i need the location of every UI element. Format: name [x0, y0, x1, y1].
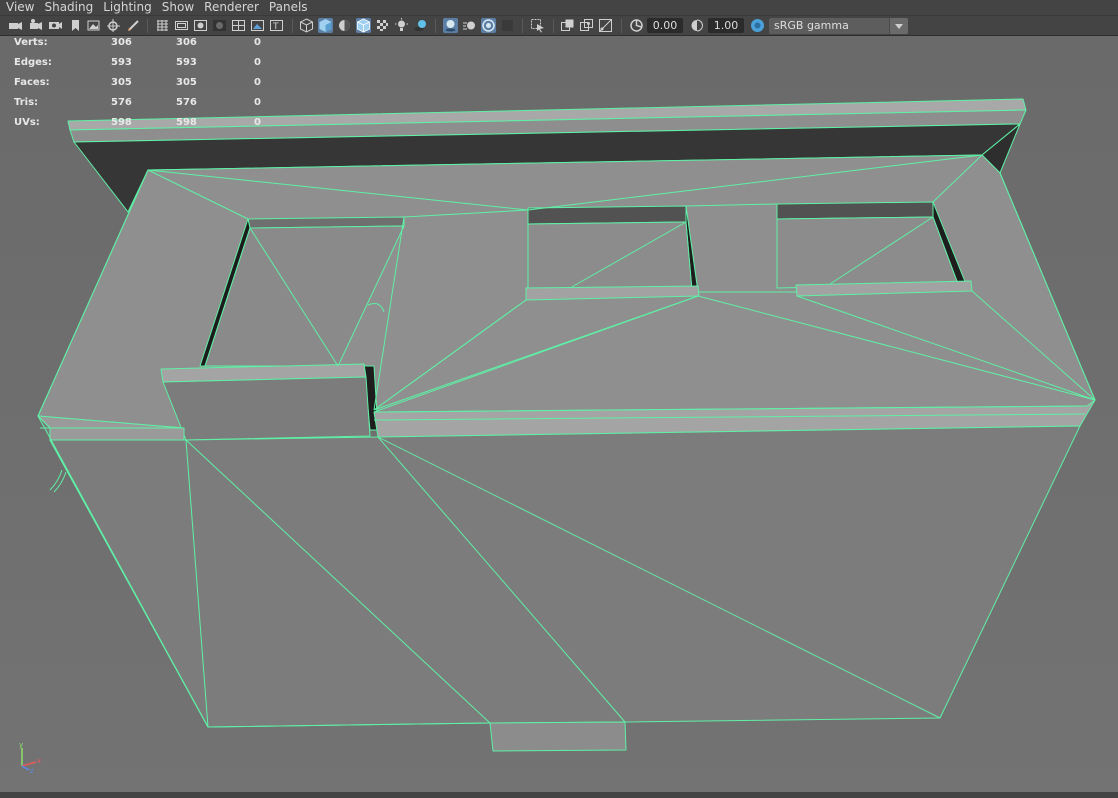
hud-value-selected: 0 [254, 117, 261, 128]
exposure-icon[interactable] [629, 18, 644, 33]
y-axis-label: y [19, 741, 23, 749]
camera-attributes-icon[interactable] [28, 18, 43, 33]
toolbar-separator [553, 19, 554, 33]
middle-slot-back [527, 205, 687, 225]
isolate-select-icon[interactable] [530, 18, 545, 33]
toolbar-separator [621, 19, 622, 33]
toolbar-separator [435, 19, 436, 33]
xray-joints-icon[interactable] [579, 18, 594, 33]
hud-value-selected: 0 [254, 77, 261, 88]
hud-value-total: 593 [176, 57, 197, 68]
hud-label: Edges: [14, 57, 52, 68]
hud-value-object: 305 [111, 77, 132, 88]
color-space-label: sRGB gamma [774, 19, 849, 32]
color-management-icon[interactable] [750, 18, 765, 33]
menu-show[interactable]: Show [156, 0, 198, 15]
viewport-bottom-border [0, 792, 1118, 798]
hud-value-total: 598 [176, 117, 197, 128]
menu-view[interactable]: View [0, 0, 38, 15]
small-box-front [162, 376, 371, 441]
smooth-shade-icon[interactable] [318, 18, 333, 33]
exposure-field[interactable]: 0.00 [647, 18, 683, 33]
hud-row-uvs: UVs: 598 598 0 [0, 116, 280, 136]
hud-value-total: 306 [176, 37, 197, 48]
hud-value-selected: 0 [254, 57, 261, 68]
x-axis-line [21, 761, 37, 767]
hud-value-object: 306 [111, 37, 132, 48]
menu-lighting[interactable]: Lighting [97, 0, 156, 15]
gamma-field[interactable]: 1.00 [708, 18, 744, 33]
xray-components-icon[interactable] [598, 18, 613, 33]
wireframe-on-shaded-icon[interactable] [356, 18, 371, 33]
svg-text:T: T [272, 22, 279, 32]
use-default-material-icon[interactable] [337, 18, 352, 33]
hud-row-edges: Edges: 593 593 0 [0, 56, 280, 76]
depth-of-field-icon[interactable] [500, 18, 515, 33]
axis-gizmo: y x z [19, 741, 41, 774]
wireframe-icon[interactable] [299, 18, 314, 33]
textured-icon[interactable] [375, 18, 390, 33]
hud-row-verts: Verts: 306 306 0 [0, 36, 280, 56]
resolution-gate-icon[interactable] [193, 18, 208, 33]
hud-value-object: 576 [111, 97, 132, 108]
gamma-icon[interactable] [690, 18, 705, 33]
hud-value-object: 598 [111, 117, 132, 128]
safe-title-icon[interactable]: T [269, 18, 284, 33]
image-plane-icon[interactable] [86, 18, 101, 33]
hud-row-tris: Tris: 576 576 0 [0, 96, 280, 116]
chevron-down-icon[interactable] [889, 18, 908, 34]
film-gate-icon[interactable] [174, 18, 189, 33]
toolbar-separator [522, 19, 523, 33]
hud-value-total: 576 [176, 97, 197, 108]
right-slot-back [776, 201, 934, 220]
z-axis-label: z [30, 767, 34, 774]
field-chart-icon[interactable] [231, 18, 246, 33]
2d-pan-zoom-icon[interactable] [106, 18, 121, 33]
poly-count-hud: Verts: 306 306 0 Edges: 593 593 0 Faces:… [0, 36, 280, 136]
hud-value-total: 305 [176, 77, 197, 88]
viewport-menubar: View Shading Lighting Show Renderer Pane… [0, 0, 1118, 15]
grease-pencil-icon[interactable] [126, 18, 141, 33]
xray-icon[interactable] [560, 18, 575, 33]
hud-value-selected: 0 [254, 37, 261, 48]
hud-label: Tris: [14, 97, 39, 108]
gate-mask-icon[interactable] [212, 18, 227, 33]
safe-action-icon[interactable] [250, 18, 265, 33]
color-space-dropdown[interactable]: sRGB gamma [769, 18, 908, 34]
toolbar-separator [147, 19, 148, 33]
grid-icon[interactable] [155, 18, 170, 33]
hud-value-selected: 0 [254, 97, 261, 108]
camera-bookmark-icon[interactable] [48, 18, 63, 33]
right-slot-floor [776, 216, 959, 289]
hud-value-object: 593 [111, 57, 132, 68]
shadows-icon[interactable] [413, 18, 428, 33]
menu-panels[interactable]: Panels [263, 0, 312, 15]
toolbar-separator [292, 19, 293, 33]
hud-label: UVs: [14, 117, 40, 128]
panel-toolbar: T 0.00 1.00 sRGB gamma [0, 15, 1118, 36]
hud-label: Verts: [14, 37, 48, 48]
menu-renderer[interactable]: Renderer [198, 0, 263, 15]
x-axis-label: x [37, 757, 41, 765]
motion-blur-icon[interactable] [462, 18, 477, 33]
use-all-lights-icon[interactable] [394, 18, 409, 33]
hud-label: Faces: [14, 77, 50, 88]
select-camera-icon[interactable] [8, 18, 23, 33]
bookmark-icon[interactable] [68, 18, 83, 33]
bottom-tab [489, 721, 627, 752]
mesh-model[interactable] [37, 98, 1096, 752]
menu-shading[interactable]: Shading [38, 0, 97, 15]
z-axis-line [21, 765, 30, 771]
hud-row-faces: Faces: 305 305 0 [0, 76, 280, 96]
viewport-canvas[interactable] [0, 36, 1118, 798]
screen-space-ao-icon[interactable] [443, 18, 458, 33]
multisample-aa-icon[interactable] [481, 18, 496, 33]
